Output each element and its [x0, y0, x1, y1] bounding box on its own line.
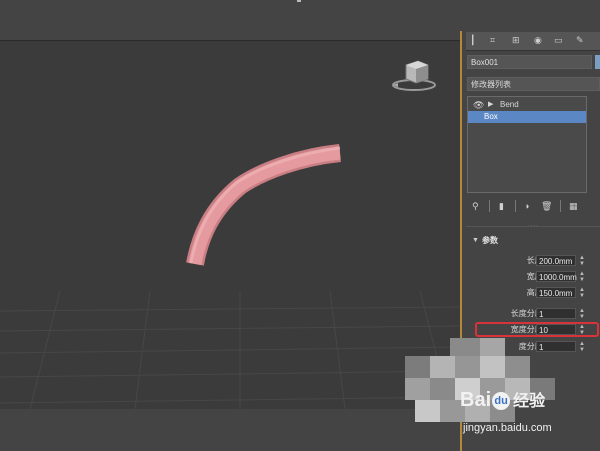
ground-grid: [0, 290, 462, 409]
stack-item-label: Box: [484, 112, 498, 121]
drag-handle-icon[interactable]: ∙∙∙∙: [528, 223, 544, 229]
param-height: 高度: 150.0mm ▲▼: [467, 287, 600, 299]
toolbar-separator: [560, 200, 561, 212]
command-panel-tabs: ┃ ⌗ ⊞ ◉ ▭ ✎: [466, 32, 600, 51]
watermark-logo: Bai du 经验: [460, 388, 545, 414]
remove-modifier-icon[interactable]: 🗑: [541, 199, 552, 213]
rollout-title: 参数: [482, 236, 498, 245]
paw-icon: du: [492, 391, 511, 410]
object-color-swatch[interactable]: [595, 55, 600, 69]
create-tab-icon[interactable]: ┃: [470, 36, 480, 45]
cube-icon: [392, 60, 436, 91]
utilities-tab-icon[interactable]: ✎: [576, 36, 586, 45]
hierarchy-tab-icon[interactable]: ⊞: [512, 36, 522, 45]
object-name-field[interactable]: Box001: [467, 55, 592, 69]
show-end-result-icon[interactable]: ▮: [499, 199, 504, 213]
stack-item-box[interactable]: Box: [468, 111, 586, 123]
eye-icon[interactable]: 👁: [473, 99, 484, 111]
watermark-logo-text: Bai: [460, 389, 492, 411]
spinner-icon[interactable]: ▲ ▼: [579, 255, 585, 267]
spinner-icon[interactable]: ▲ ▼: [579, 287, 585, 299]
make-unique-icon[interactable]: ◑: [524, 199, 529, 213]
perspective-viewport[interactable]: [0, 41, 462, 409]
triangle-down-icon: ▼: [472, 237, 479, 244]
modifier-stack: 👁 ▶ Bend Box: [467, 96, 587, 193]
watermark-url: jingyan.baidu.com: [463, 422, 552, 434]
bent-box-object[interactable]: [186, 144, 341, 266]
viewport-scene: [0, 144, 462, 409]
toolbar-separator: [489, 200, 490, 212]
modify-tab-icon[interactable]: ⌗: [490, 36, 500, 45]
spinner-icon[interactable]: ▲ ▼: [579, 308, 585, 320]
viewcube[interactable]: [388, 55, 436, 95]
width-input[interactable]: 1000.0mm: [536, 271, 577, 282]
modifier-list-dropdown[interactable]: 修改器列表: [467, 77, 600, 91]
display-tab-icon[interactable]: ▭: [554, 36, 564, 45]
param-length-segs: 长度分段: 1 ▲ ▼: [467, 308, 600, 320]
stack-item-label: Bend: [500, 100, 519, 109]
highlight-box: [475, 322, 599, 337]
length-input[interactable]: 200.0mm: [536, 255, 576, 266]
configure-modifier-sets-icon[interactable]: ▦: [569, 199, 578, 213]
length-segs-input[interactable]: 1: [536, 308, 576, 319]
stack-item-bend[interactable]: 👁 ▶ Bend: [468, 99, 586, 111]
baidu-jingyan-watermark: Bai du 经验 jingyan.baidu.com: [460, 388, 600, 448]
stack-toolbar: ⚲ ▮ ◑ 🗑 ▦: [467, 199, 587, 213]
param-length: 长度: 200.0mm ▲▼: [467, 255, 600, 267]
spinner-icon[interactable]: ▲ ▼: [579, 341, 585, 353]
spinner-icon[interactable]: ▲ ▼: [579, 271, 585, 283]
param-width: 宽度: 1000.0mm ▲▼: [467, 271, 600, 283]
toolbar-marker: [297, 0, 301, 2]
triangle-right-icon[interactable]: ▶: [488, 99, 493, 111]
motion-tab-icon[interactable]: ◉: [534, 36, 544, 45]
pin-stack-icon[interactable]: ⚲: [472, 199, 479, 213]
toolbar-separator: [515, 200, 516, 212]
watermark-logo-jingyan: 经验: [513, 393, 546, 410]
parameters-rollout-header[interactable]: ▼ 参数: [467, 234, 600, 248]
status-area: [0, 409, 462, 451]
height-input[interactable]: 150.0mm: [536, 287, 576, 298]
